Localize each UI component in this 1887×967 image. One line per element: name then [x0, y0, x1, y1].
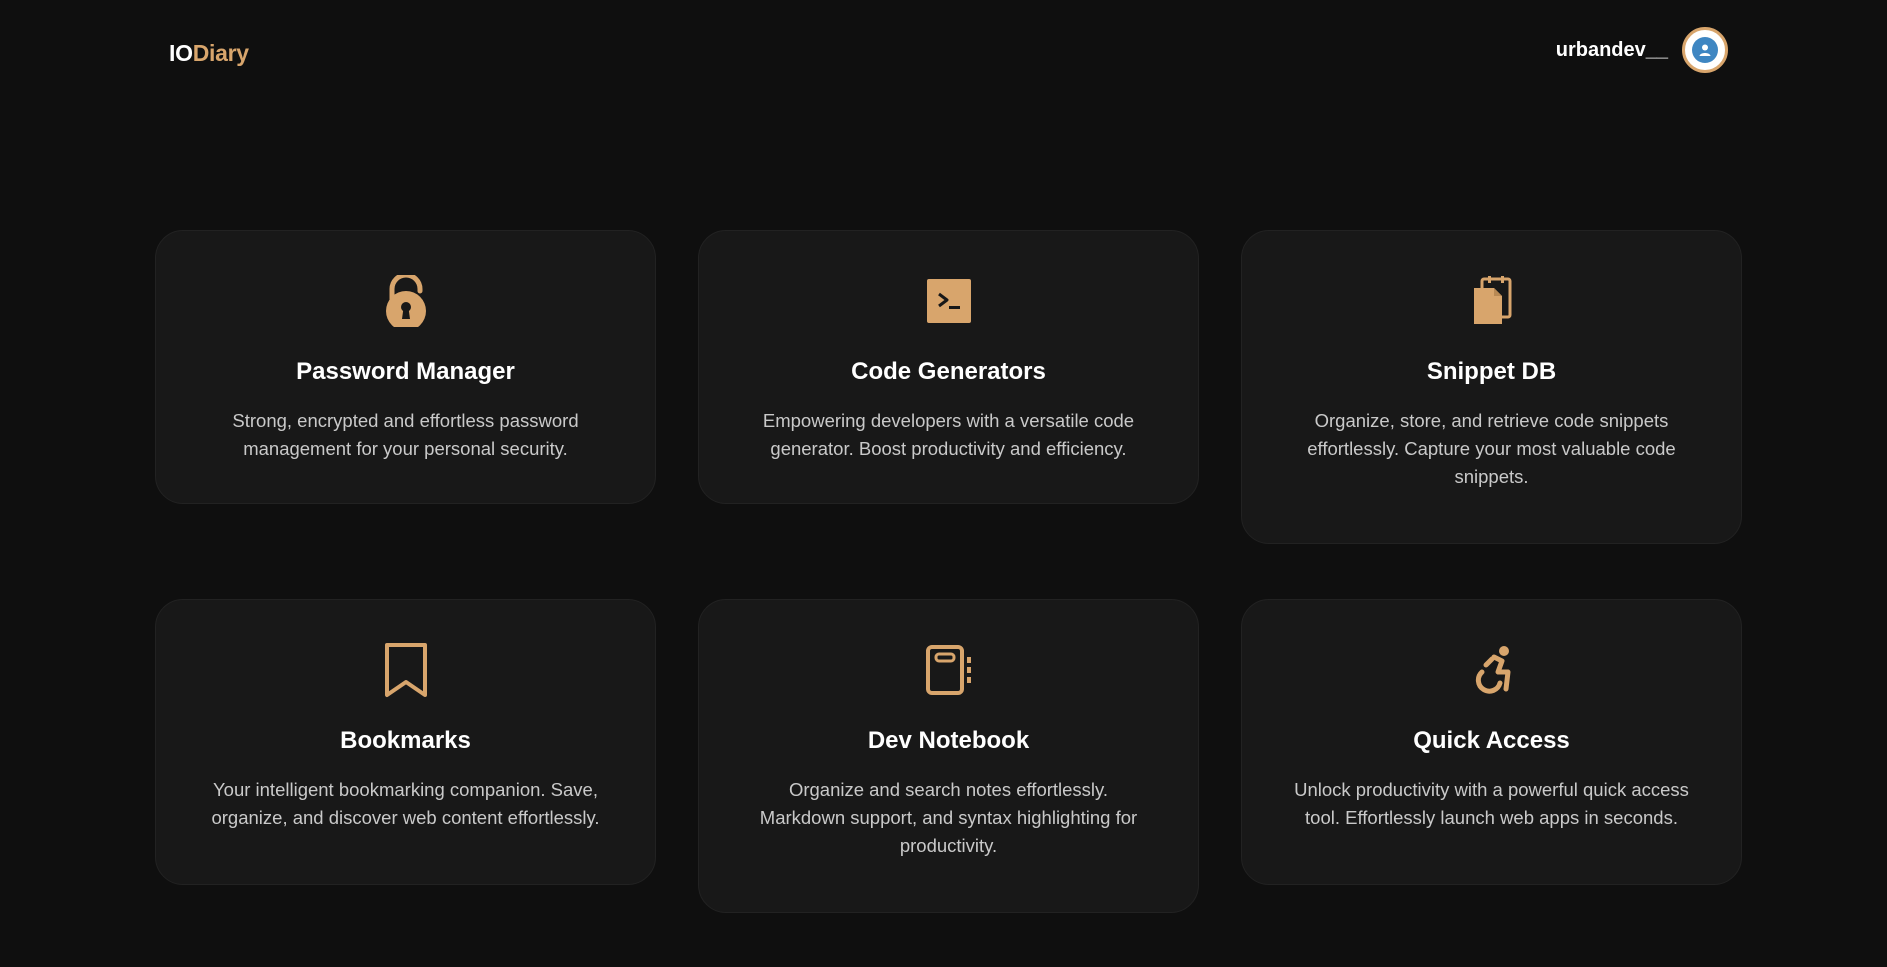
card-description: Organize, store, and retrieve code snipp…: [1307, 410, 1676, 487]
card-quick-access[interactable]: Quick Access Unlock productivity with a …: [1241, 599, 1742, 885]
username-label: urbandev__: [1555, 38, 1668, 61]
logo-link[interactable]: IODiary: [169, 40, 249, 67]
clipboard-file-icon: [1282, 275, 1701, 327]
card-password-manager[interactable]: Password Manager Strong, encrypted and e…: [155, 230, 656, 504]
card-title: Password Manager: [296, 358, 515, 385]
notebook-icon: [739, 644, 1158, 696]
unlocked-padlock-icon: [196, 275, 615, 327]
user-menu[interactable]: urbandev__: [1556, 27, 1728, 73]
card-description: Unlock productivity with a powerful quic…: [1294, 779, 1689, 828]
logo-text-io: IO: [169, 40, 193, 66]
logo-text-diary: Diary: [192, 40, 249, 66]
card-description: Empowering developers with a versatile c…: [762, 410, 1135, 459]
card-description: Your intelligent bookmarking companion. …: [211, 779, 600, 828]
card-title: Bookmarks: [340, 727, 471, 754]
avatar[interactable]: [1682, 27, 1728, 73]
card-description: Organize and search notes effortlessly. …: [759, 779, 1138, 856]
terminal-icon: [739, 275, 1158, 327]
card-title: Code Generators: [851, 358, 1046, 385]
card-title: Snippet DB: [1426, 358, 1557, 385]
card-bookmarks[interactable]: Bookmarks Your intelligent bookmarking c…: [155, 599, 656, 885]
accessibility-icon: [1282, 644, 1701, 696]
bookmark-icon: [196, 643, 615, 697]
card-title: Dev Notebook: [867, 727, 1030, 754]
feature-grid: Password Manager Strong, encrypted and e…: [155, 230, 1743, 913]
top-bar: IODiary urbandev__: [0, 0, 1887, 104]
card-snippet-db[interactable]: Snippet DB Organize, store, and retrieve…: [1241, 230, 1742, 544]
card-dev-notebook[interactable]: Dev Notebook Organize and search notes e…: [698, 599, 1199, 913]
card-description: Strong, encrypted and effortless passwor…: [232, 410, 579, 459]
dashboard-page: IODiary urbandev__ Password Manager Stro…: [0, 0, 1887, 967]
user-icon: [1692, 37, 1718, 63]
card-code-generators[interactable]: Code Generators Empowering developers wi…: [698, 230, 1199, 504]
card-title: Quick Access: [1413, 727, 1570, 754]
